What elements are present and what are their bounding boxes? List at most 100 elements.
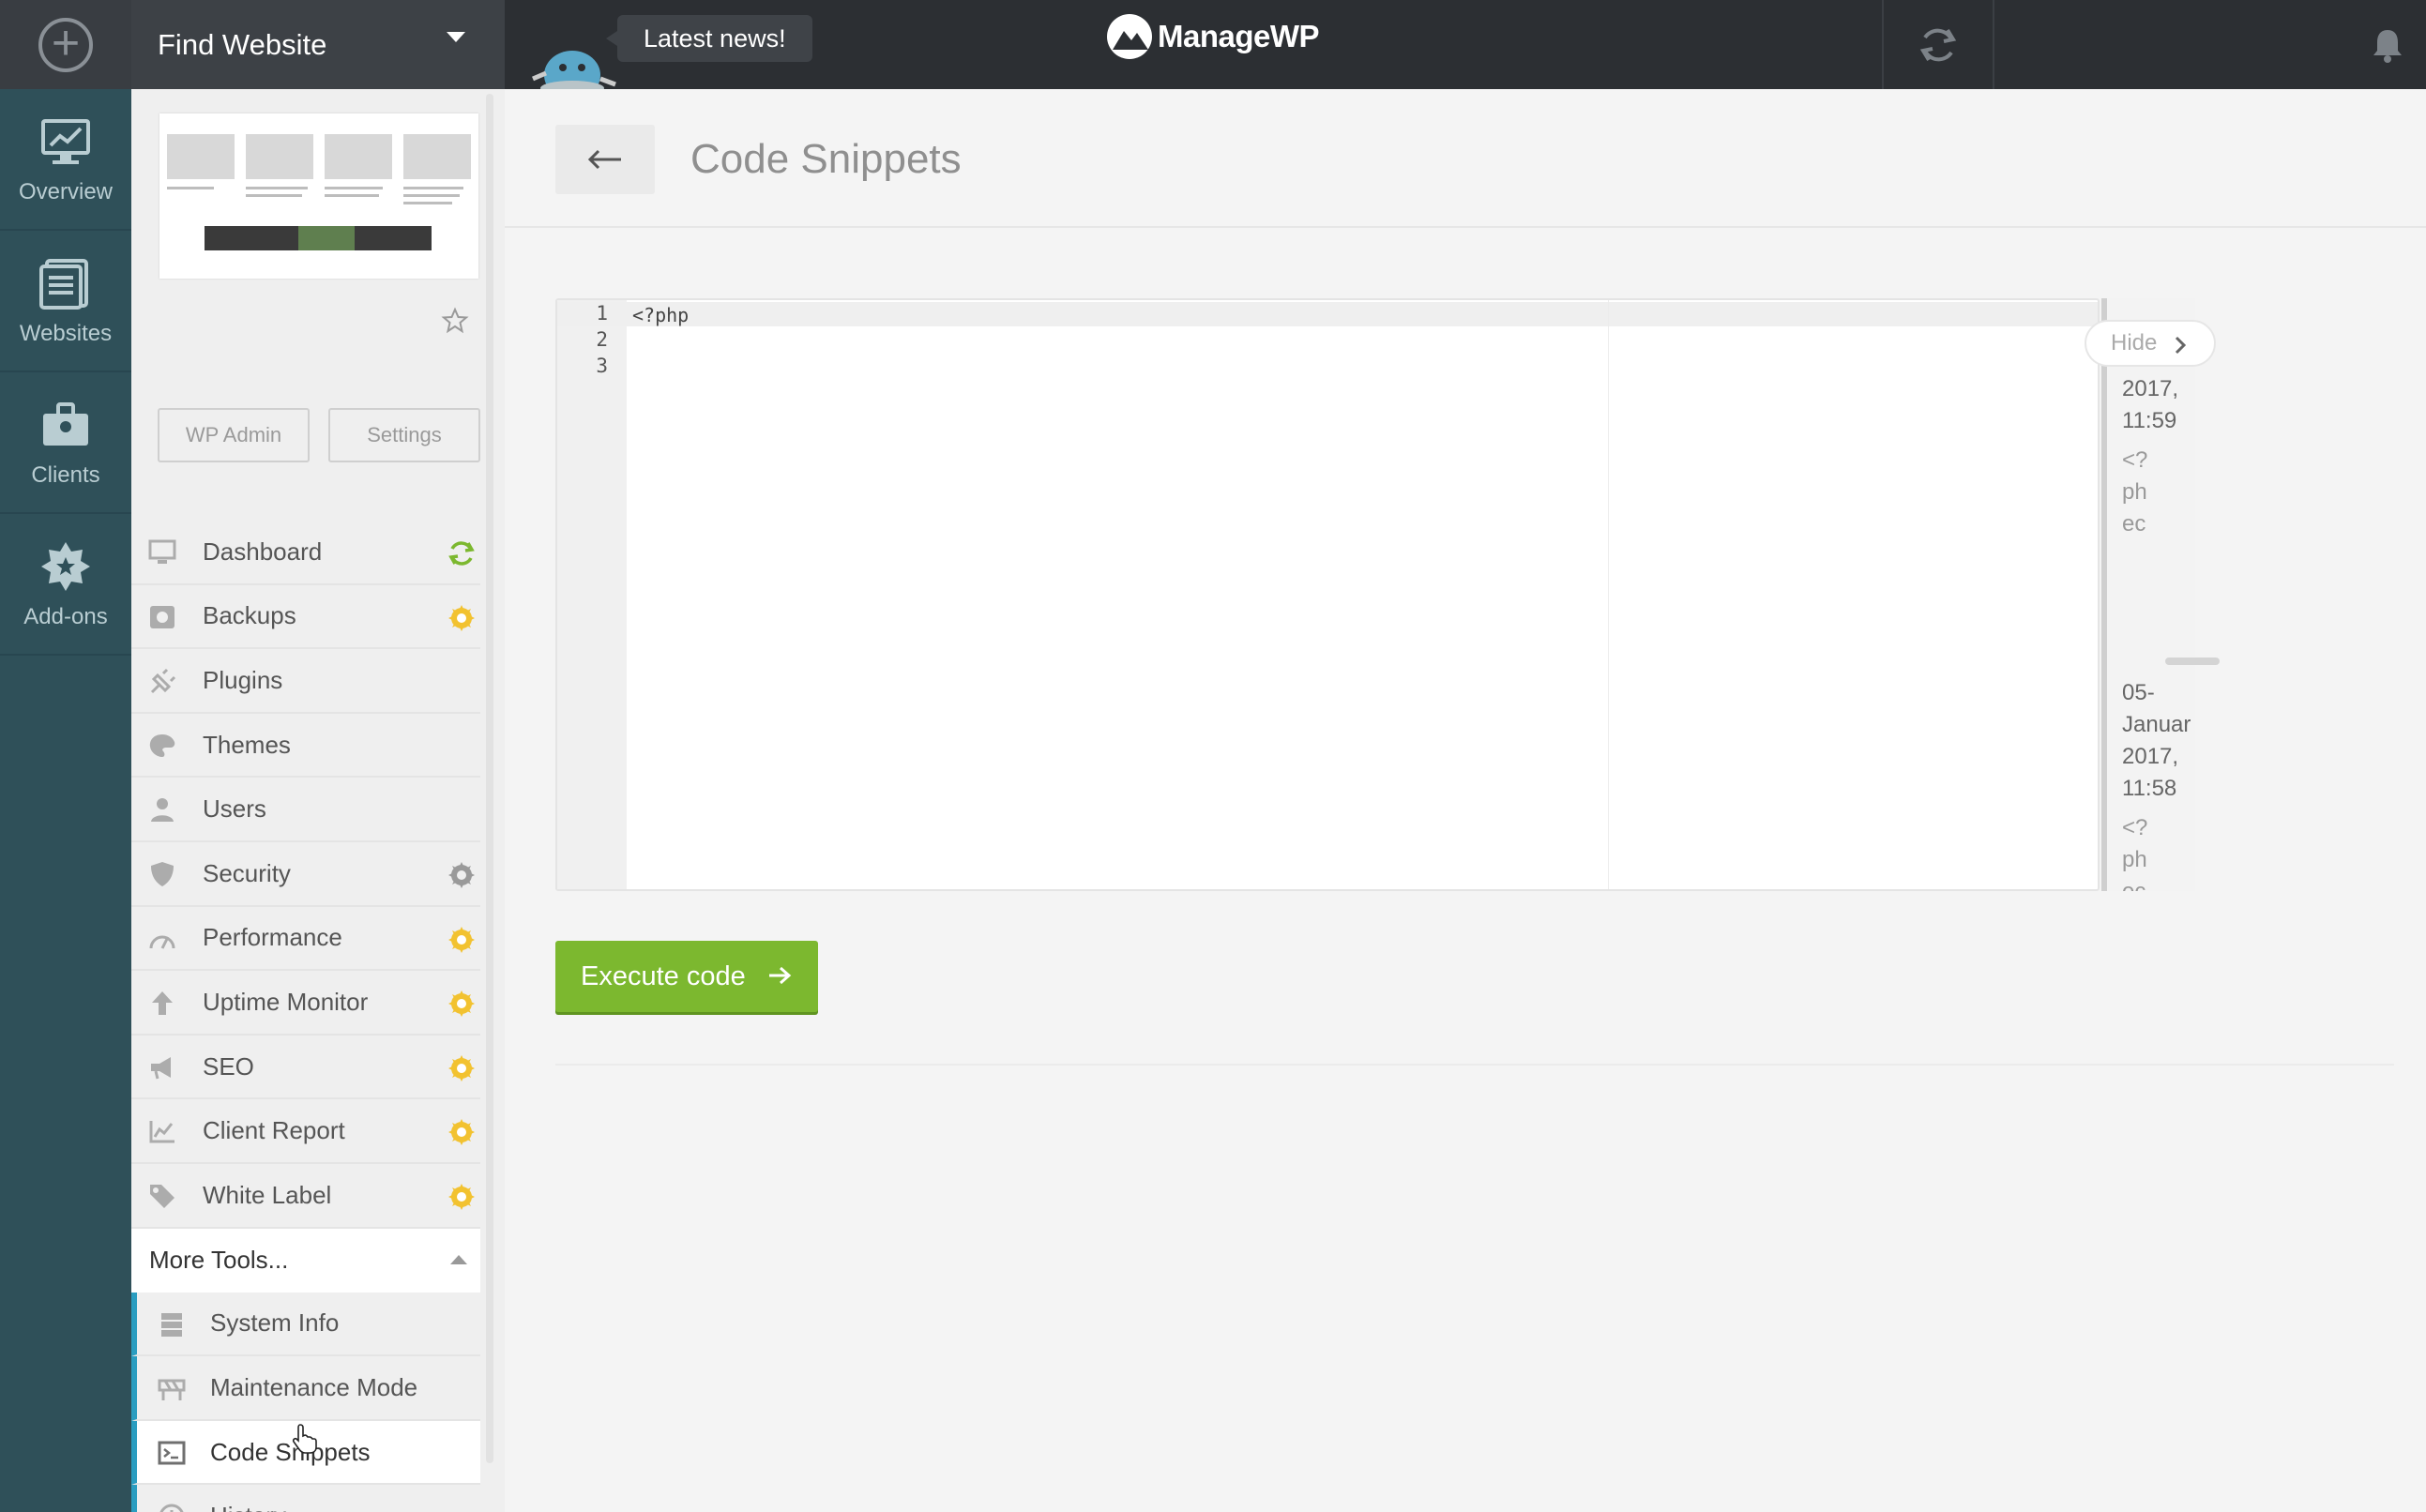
- execute-code-label: Execute code: [581, 960, 746, 991]
- menu-item-security[interactable]: Security: [131, 842, 480, 907]
- history-snippet-line: ec: [2122, 876, 2195, 891]
- execute-code-button[interactable]: Execute code: [555, 941, 818, 1012]
- find-website-dropdown[interactable]: Find Website: [131, 0, 505, 89]
- sub-item-system-info[interactable]: System Info: [131, 1292, 480, 1357]
- gear-yellow-icon: [448, 990, 475, 1018]
- menu-item-label: Client Report: [203, 1116, 345, 1145]
- barrier-icon: [158, 1379, 186, 1401]
- menu-item-plugins[interactable]: Plugins: [131, 649, 480, 714]
- menu-item-performance[interactable]: Performance: [131, 907, 480, 972]
- tag-icon: [150, 1184, 174, 1208]
- menu-item-client-report[interactable]: Client Report: [131, 1099, 480, 1164]
- menu-item-label: SEO: [203, 1051, 254, 1081]
- history-entry[interactable]: Januar 2017, 11:59 <? ph ec: [2122, 341, 2195, 540]
- managewp-mountain-icon: [1107, 14, 1152, 59]
- bell-icon: [2373, 30, 2402, 63]
- line-number: 1: [596, 302, 608, 325]
- overview-monitor-icon: [41, 118, 90, 164]
- sub-item-history[interactable]: History: [131, 1485, 480, 1512]
- top-bar: + Find Website Latest news! ManageWP: [0, 0, 2426, 89]
- line-number: 3: [596, 355, 608, 377]
- gauge-icon: [149, 935, 175, 949]
- history-date-line: Januar: [2122, 712, 2191, 737]
- nav-clients[interactable]: Clients: [0, 372, 131, 514]
- history-entry[interactable]: 05- Januar 2017, 11:58 <? ph ec: [2122, 677, 2195, 891]
- report-chart-icon: [149, 1121, 174, 1143]
- website-thumbnail[interactable]: [159, 113, 478, 279]
- favorite-star-icon[interactable]: [441, 307, 469, 335]
- hide-label: Hide: [2111, 330, 2158, 355]
- menu-item-label: Dashboard: [203, 537, 323, 566]
- nav-addons-label: Add-ons: [23, 603, 108, 629]
- menu-item-label: Security: [203, 858, 291, 887]
- megaphone-icon: [151, 1056, 171, 1080]
- main-nav-rail: Overview Websites Clients Add-ons: [0, 89, 131, 1512]
- history-snippet-line: ph: [2122, 847, 2147, 872]
- caret-down-icon: [447, 32, 465, 42]
- page-title: Code Snippets: [690, 136, 962, 182]
- history-date-line: 11:59: [2122, 408, 2177, 433]
- terminal-icon: [158, 1441, 186, 1465]
- nav-websites[interactable]: Websites: [0, 231, 131, 372]
- wp-admin-button[interactable]: WP Admin: [158, 408, 310, 462]
- refresh-icon: [1919, 28, 1957, 61]
- chevron-right-icon: [2175, 336, 2186, 355]
- line-number: 2: [596, 328, 608, 351]
- server-icon: [161, 1312, 182, 1337]
- menu-item-users[interactable]: Users: [131, 778, 480, 842]
- shield-icon: [151, 861, 174, 886]
- menu-item-backups[interactable]: Backups: [131, 585, 480, 650]
- backup-icon: [150, 605, 174, 628]
- code-editor[interactable]: 1 2 3 <?php: [555, 298, 2100, 891]
- history-snippet: <? ph ec: [2122, 445, 2195, 540]
- nav-websites-label: Websites: [19, 320, 113, 346]
- back-button[interactable]: [555, 125, 655, 194]
- addons-star-icon: [41, 541, 90, 591]
- hide-history-button[interactable]: Hide: [2085, 320, 2216, 367]
- history-date-line: 2017,: [2122, 376, 2179, 401]
- more-tools-label: More Tools...: [149, 1246, 289, 1275]
- plus-icon: +: [38, 17, 93, 72]
- menu-item-label: Backups: [203, 601, 296, 630]
- menu-item-label: Uptime Monitor: [203, 987, 369, 1016]
- gear-yellow-icon: [448, 1054, 475, 1081]
- arrow-right-icon: [769, 966, 792, 985]
- history-snippet-line: ph: [2122, 479, 2147, 505]
- settings-button[interactable]: Settings: [328, 408, 480, 462]
- menu-item-themes[interactable]: Themes: [131, 714, 480, 779]
- notifications-button[interactable]: [2364, 17, 2411, 73]
- sync-button[interactable]: [1882, 0, 1994, 89]
- menu-item-label: Plugins: [203, 665, 283, 694]
- snippet-history-panel[interactable]: Januar 2017, 11:59 <? ph ec 05- Januar 2…: [2101, 298, 2195, 891]
- settings-label: Settings: [367, 423, 442, 446]
- managewp-logo[interactable]: ManageWP: [1107, 13, 1320, 60]
- refresh-green-icon: [448, 541, 475, 566]
- sub-item-label: Maintenance Mode: [210, 1372, 418, 1401]
- active-line-highlight: [557, 302, 2098, 326]
- menu-item-uptime-monitor[interactable]: Uptime Monitor: [131, 971, 480, 1036]
- code-text[interactable]: <?php: [632, 304, 689, 326]
- add-website-button[interactable]: +: [0, 0, 131, 89]
- menu-item-white-label[interactable]: White Label: [131, 1164, 480, 1229]
- history-scrollbar[interactable]: [2165, 658, 2220, 665]
- user-icon: [151, 798, 174, 823]
- menu-item-label: Performance: [203, 923, 342, 952]
- menu-item-dashboard[interactable]: Dashboard: [131, 521, 480, 585]
- sub-item-maintenance-mode[interactable]: Maintenance Mode: [131, 1356, 480, 1421]
- nav-overview[interactable]: Overview: [0, 89, 131, 231]
- sidebar-scrollbar[interactable]: [486, 94, 493, 1463]
- latest-news-bubble[interactable]: Latest news!: [606, 15, 812, 62]
- history-date-line: 2017,: [2122, 744, 2179, 769]
- sub-item-label: Code Snippets: [210, 1437, 371, 1466]
- arrow-up-icon: [152, 991, 173, 1016]
- brand-name: ManageWP: [1158, 19, 1320, 53]
- menu-item-seo[interactable]: SEO: [131, 1036, 480, 1100]
- websites-list-icon: [39, 258, 88, 310]
- more-tools-toggle[interactable]: More Tools...: [131, 1228, 480, 1293]
- sub-item-label: System Info: [210, 1308, 340, 1338]
- history-date-line: 11:58: [2122, 776, 2177, 801]
- nav-addons[interactable]: Add-ons: [0, 514, 131, 656]
- editor-gutter: [557, 300, 627, 889]
- menu-item-label: White Label: [203, 1180, 332, 1209]
- sub-item-label: History: [210, 1502, 286, 1512]
